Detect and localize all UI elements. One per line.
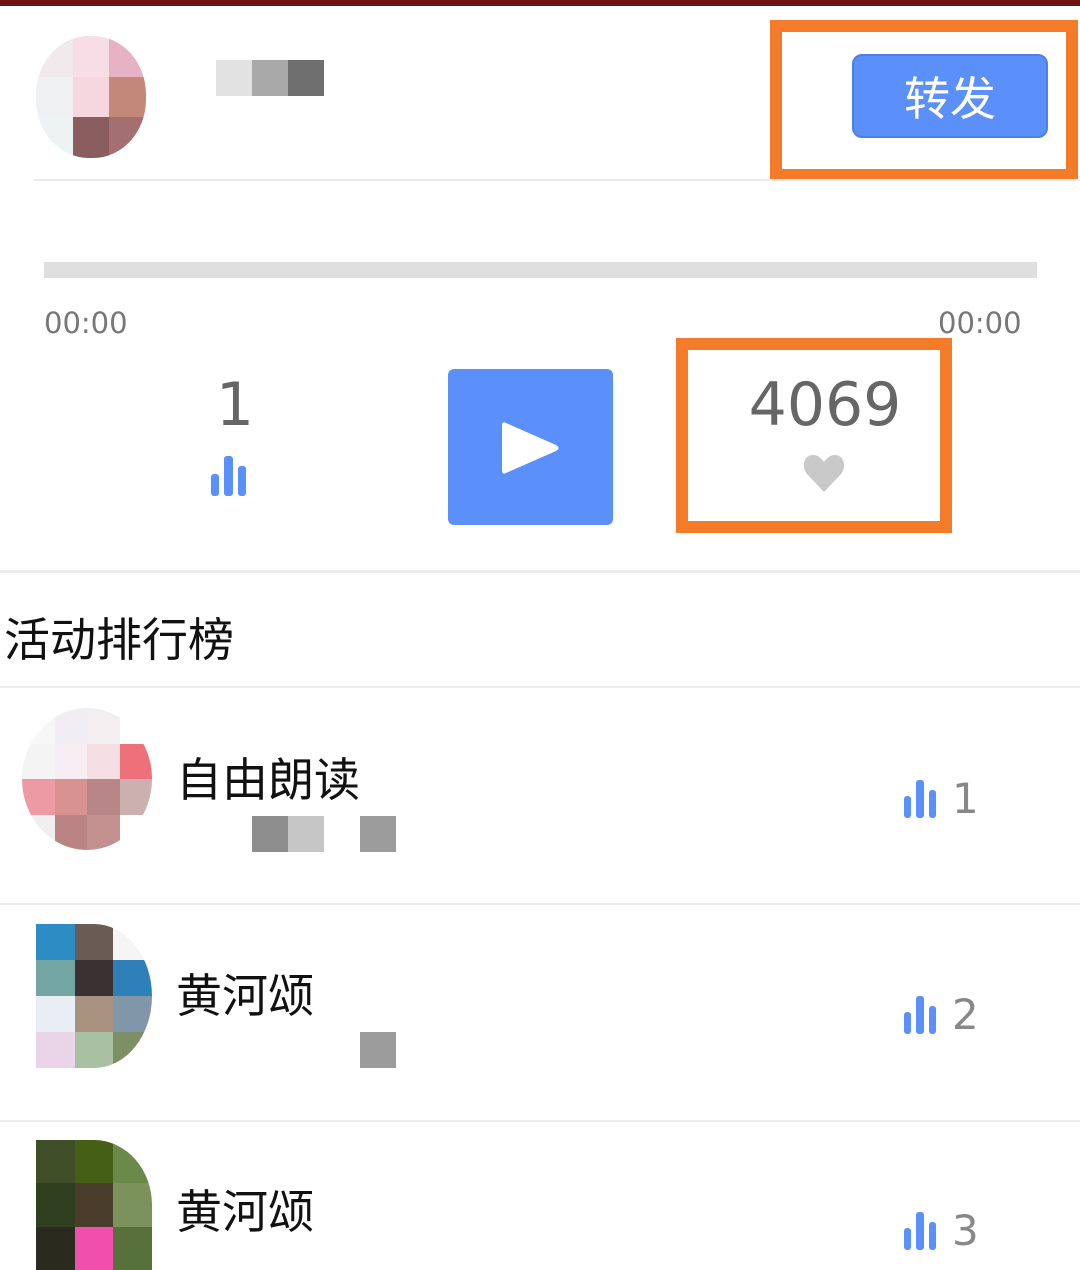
bar-chart-icon <box>904 1212 936 1250</box>
header-divider <box>34 179 1080 181</box>
ranking-avatar-3[interactable] <box>36 1140 152 1270</box>
player-divider <box>0 570 1080 573</box>
ranking-title-divider <box>0 686 1080 688</box>
bar-chart-icon <box>211 456 246 496</box>
user-name-redacted <box>216 60 324 96</box>
audio-progress-bar[interactable] <box>44 262 1037 278</box>
ranking-avatar-2[interactable] <box>36 924 152 1068</box>
user-avatar[interactable] <box>36 36 146 158</box>
ranking-count-2: 2 <box>952 990 979 1039</box>
ranking-divider-2 <box>0 1120 1080 1122</box>
ranking-subtitle-redacted-2 <box>360 1032 396 1068</box>
ranking-title: 活动排行榜 <box>4 613 234 667</box>
time-current: 00:00 <box>44 306 128 340</box>
ranking-item-title-3: 黄河颂 <box>176 1185 314 1239</box>
ranking-count-1: 1 <box>952 774 979 823</box>
ranking-divider-1 <box>0 903 1080 905</box>
time-total: 00:00 <box>938 306 1022 340</box>
bar-chart-icon <box>904 780 936 818</box>
ranking-item-title-2: 黄河颂 <box>176 969 314 1023</box>
ranking-count-3: 3 <box>952 1206 979 1255</box>
play-button[interactable] <box>448 369 613 525</box>
ranking-avatar-1[interactable] <box>22 708 152 850</box>
ranking-item-title-1: 自由朗读 <box>176 753 360 807</box>
play-icon <box>502 422 559 474</box>
share-highlight-box <box>770 20 1078 181</box>
bar-chart-icon <box>904 996 936 1034</box>
play-count: 1 <box>215 370 255 440</box>
top-bar <box>0 0 1080 6</box>
like-highlight-box <box>676 338 952 533</box>
ranking-subtitle-redacted-1 <box>252 816 396 852</box>
